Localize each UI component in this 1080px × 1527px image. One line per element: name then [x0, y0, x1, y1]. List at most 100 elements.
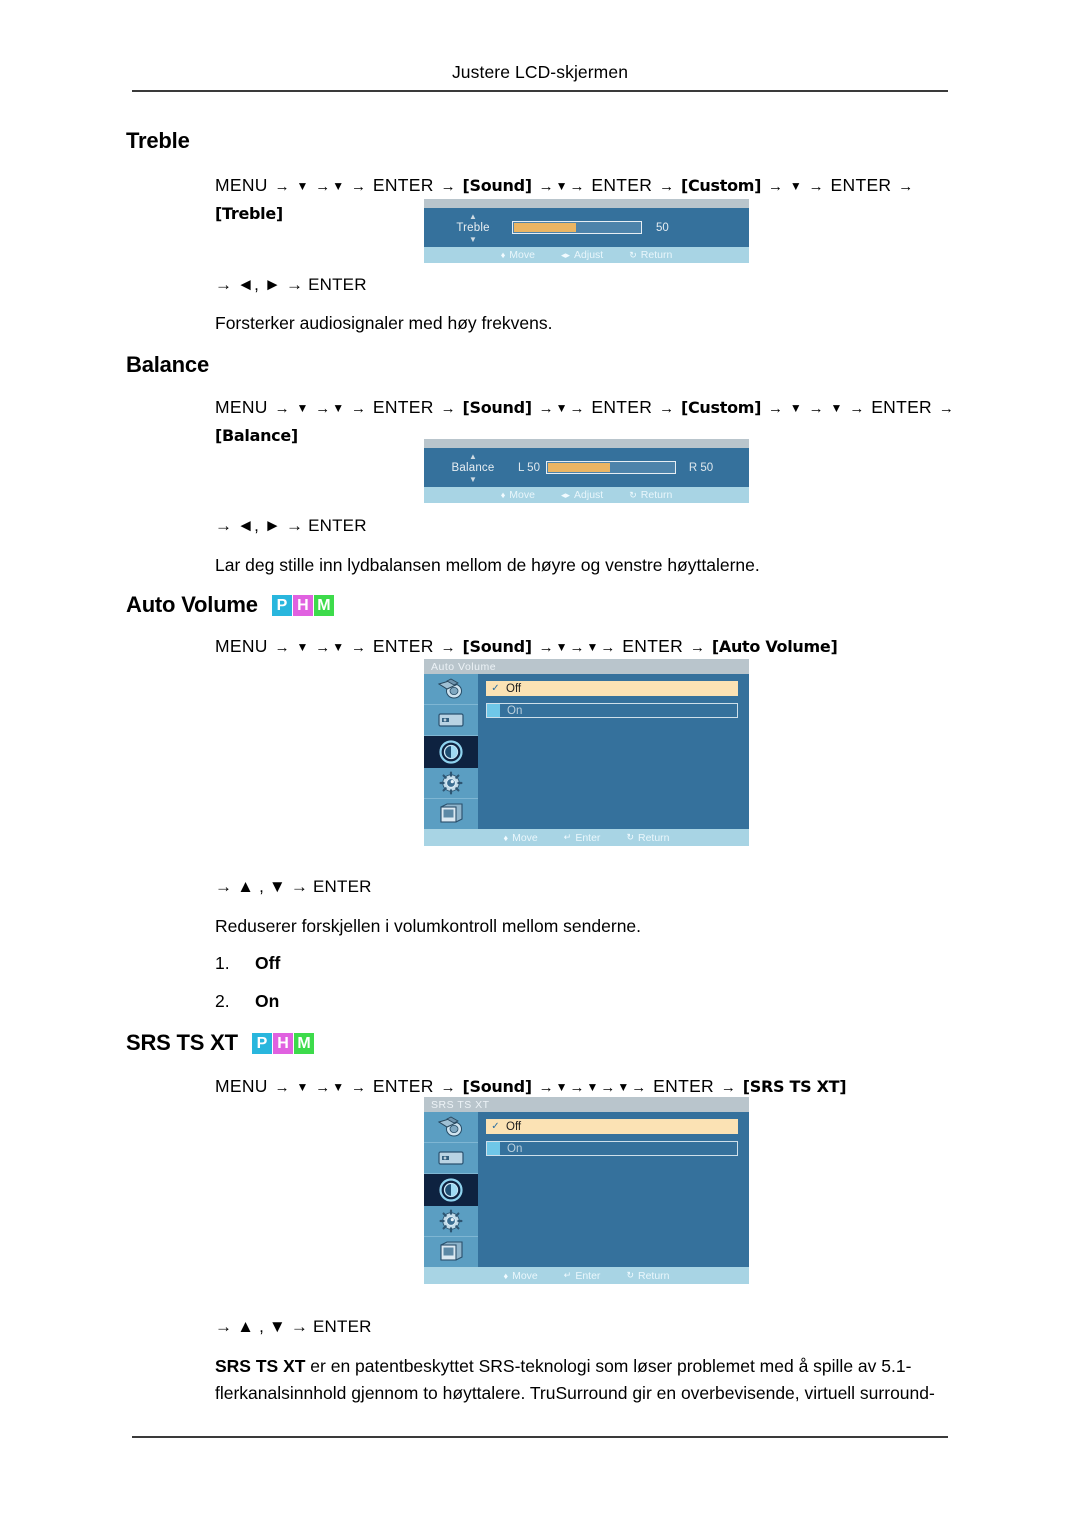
sound-icon: [439, 1177, 463, 1202]
arrow-icon: →: [538, 1079, 554, 1096]
path-menu-label: MENU: [215, 175, 268, 195]
osd-main: ✓ Off On: [424, 1112, 749, 1267]
osd-option-column: ✓ Off On: [478, 1112, 749, 1267]
option-off[interactable]: ✓ Off: [486, 1119, 738, 1134]
arrow-icon: →: [659, 400, 675, 417]
footer-return: ↻ Return: [626, 1269, 670, 1282]
arrow-icon: →: [440, 400, 456, 417]
arrow-icon: →: [440, 1079, 456, 1096]
footer-rule: [132, 1436, 948, 1438]
adjust-icon: ◂▸: [560, 489, 571, 500]
osd-icon-sound[interactable]: [424, 736, 478, 768]
setup-icon: [439, 771, 463, 795]
arrow-icon: →: [351, 400, 367, 417]
footer-move: ♦ Move: [503, 1269, 538, 1282]
osd-icon-picture[interactable]: [424, 674, 478, 706]
chevron-down-icon: ▼: [296, 179, 309, 193]
arrow-icon: →: [351, 178, 367, 195]
path-token-sound: [Sound]: [462, 637, 532, 656]
option-on[interactable]: On: [486, 703, 738, 718]
chevron-up-icon: ▲: [468, 211, 478, 221]
option-off[interactable]: ✓ Off: [486, 681, 738, 696]
arrow-icon: →: [351, 1079, 367, 1096]
osd-title: SRS TS XT: [424, 1097, 749, 1112]
balance-slider-track[interactable]: [546, 461, 676, 474]
section-heading-balance: Balance: [126, 352, 209, 378]
osd-icon-setup[interactable]: [424, 1206, 478, 1237]
heading-text: Auto Volume: [126, 592, 258, 617]
option-label: On: [507, 1142, 523, 1155]
menu-path-auto-volume: MENU → ▼ → ▼ → ENTER → [Sound] → ▼ → ▼ → ENTE…: [215, 633, 975, 661]
path-enter-label: ENTER: [591, 397, 653, 417]
osd-main: ✓ Off On: [424, 674, 749, 829]
osd-icon-screen[interactable]: [424, 1143, 478, 1175]
arrow-icon: →: [569, 400, 585, 417]
path-enter-label: ENTER: [591, 175, 653, 195]
chevron-down-icon: ▼: [617, 1080, 630, 1094]
osd-icon-picture[interactable]: [424, 1112, 478, 1144]
footer-move: ♦ Move: [500, 249, 535, 261]
return-icon: ↻: [626, 1270, 634, 1280]
path-enter-label: ENTER: [653, 1076, 714, 1096]
path-token-final: [Auto Volume]: [711, 637, 838, 656]
osd-slider-label: ▲ Balance ▼: [451, 451, 495, 484]
description-treble: Forsterker audiosignaler med høy frekven…: [215, 313, 553, 333]
path-token-final: [SRS TS XT]: [742, 1077, 847, 1096]
screen-icon: [438, 1151, 464, 1165]
description-auto-volume: Reduserer forskjellen i volumkontroll me…: [215, 916, 642, 936]
osd-footer: ♦ Move ↵ Enter ↻ Return: [424, 1267, 749, 1284]
osd-panel-srs-ts-xt[interactable]: SRS TS XT ✓ Off On ♦ Move ↵ Enter ↻ Retu…: [424, 1097, 749, 1284]
arrow-icon: →: [768, 178, 784, 195]
multi-control-icon: [440, 803, 463, 823]
list-number: 2.: [215, 991, 230, 1011]
osd-icon-setup[interactable]: [424, 768, 478, 799]
osd-icon-multi-control[interactable]: [424, 1237, 478, 1267]
footer-adjust: ◂▸ Adjust: [560, 489, 604, 501]
osd-titlebar: [424, 199, 749, 208]
osd-panel-treble[interactable]: ▲ Treble ▼ 50 ♦ Move ◂▸ Adjust ↻ Return: [424, 199, 749, 263]
chevron-down-icon: ▼: [789, 179, 802, 193]
arrow-icon: →: [538, 178, 554, 195]
arrow-icon: →: [631, 1079, 647, 1096]
treble-slider-fill: [514, 223, 576, 232]
option-on[interactable]: On: [486, 1141, 738, 1156]
arrow-icon: →: [440, 639, 456, 656]
arrow-icon: →: [569, 1079, 585, 1096]
phm-badges: P H M: [271, 594, 334, 616]
manual-page: Justere LCD-skjermen Treble MENU → ▼ → ▼ …: [0, 0, 1080, 1527]
option-label: Off: [506, 1120, 522, 1133]
osd-icon-column: [424, 1112, 478, 1267]
list-text: On: [255, 991, 280, 1011]
footer-adjust: ◂▸ Adjust: [560, 249, 604, 261]
osd-panel-auto-volume[interactable]: Auto Volume ✓ Off On ♦ Move ↵ Enter ↻ Re…: [424, 659, 749, 846]
srs-bold-term: SRS TS XT: [215, 1356, 306, 1376]
osd-panel-balance[interactable]: ▲ Balance ▼ L 50 R 50 ♦ Move ◂▸ Adjust ↻ Re…: [424, 439, 749, 503]
move-icon: ♦: [503, 1270, 509, 1281]
chevron-down-icon: ▼: [332, 179, 345, 193]
osd-icon-screen[interactable]: [424, 705, 478, 737]
chevron-down-icon: ▼: [555, 401, 568, 415]
running-head: Justere LCD-skjermen: [451, 62, 629, 82]
section-heading-srs-ts-xt: SRS TS XT P H M: [126, 1030, 314, 1056]
phm-badges: P H M: [251, 1032, 314, 1054]
path-enter-label: ENTER: [372, 397, 434, 417]
osd-icon-multi-control[interactable]: [424, 799, 478, 829]
chevron-down-icon: ▼: [468, 474, 478, 484]
path-enter-label: ENTER: [372, 1076, 434, 1096]
badge-m: M: [293, 1032, 314, 1054]
arrow-icon: →: [274, 400, 290, 417]
osd-icon-sound[interactable]: [424, 1174, 478, 1206]
arrow-icon: →: [600, 1079, 616, 1096]
list-text: Off: [255, 953, 281, 973]
arrow-icon: →: [938, 400, 954, 417]
chevron-down-icon: ▼: [555, 640, 568, 654]
srs-body-text: er en patentbeskyttet SRS-teknologi som …: [215, 1356, 935, 1403]
arrow-icon: →: [538, 639, 554, 656]
treble-slider-track[interactable]: [512, 221, 642, 234]
arrow-icon: →: [569, 178, 585, 195]
section-heading-auto-volume: Auto Volume P H M: [126, 592, 334, 618]
option-label: Off: [506, 682, 522, 695]
return-icon: ↻: [629, 249, 637, 260]
path-token-custom: [Custom]: [680, 398, 762, 417]
footer-enter: ↵ Enter: [563, 1269, 601, 1282]
